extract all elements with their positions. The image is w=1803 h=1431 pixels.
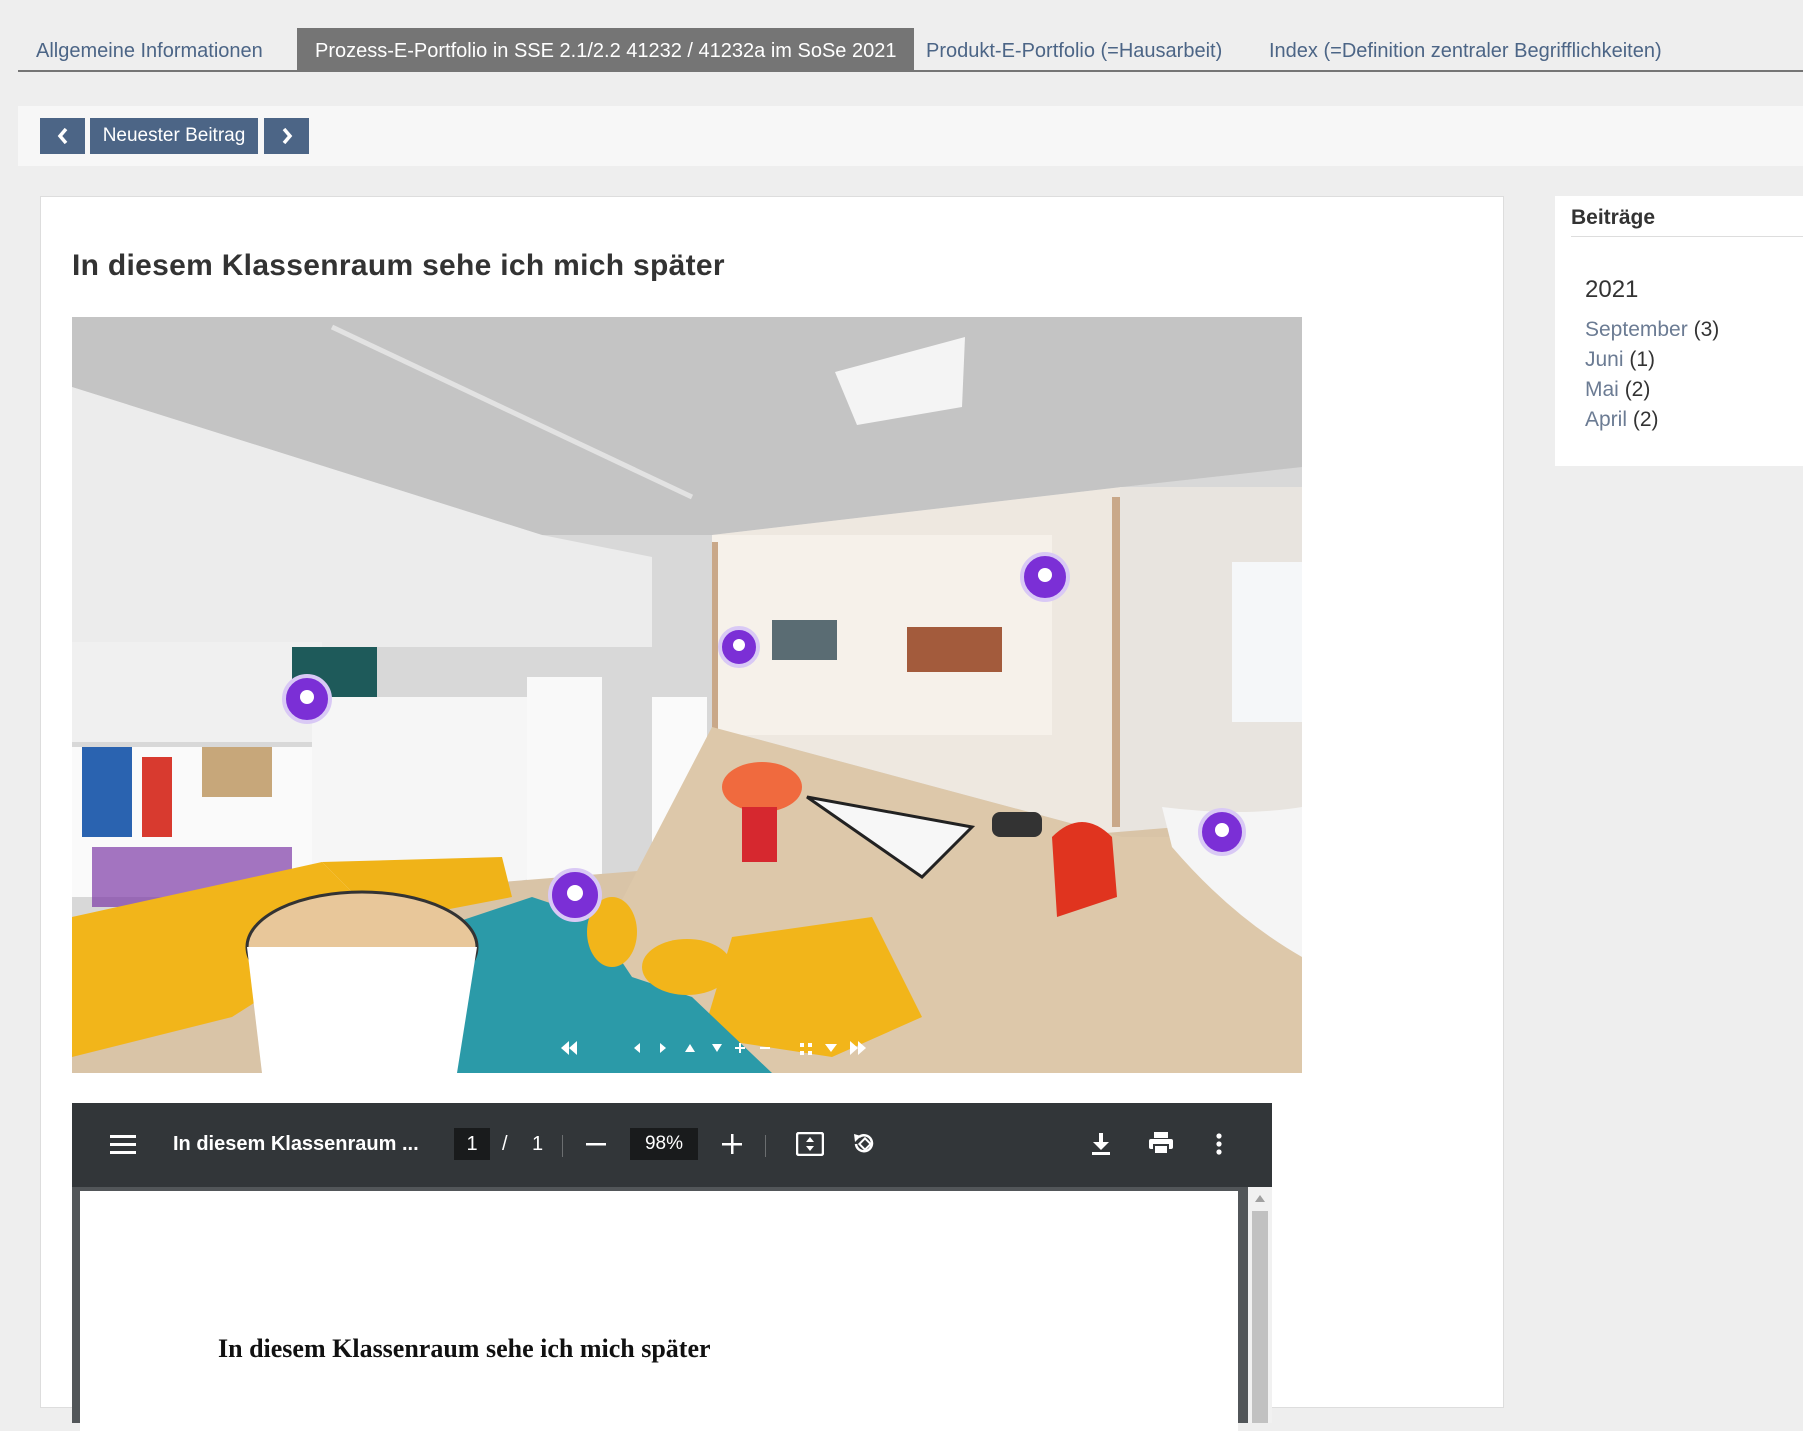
tab-index[interactable]: Index (=Definition zentraler Begrifflich… bbox=[1269, 28, 1662, 70]
tab-process-portfolio[interactable]: Prozess-E-Portfolio in SSE 2.1/2.2 41232… bbox=[297, 28, 915, 70]
divider bbox=[1571, 236, 1803, 237]
archive-month-count: (2) bbox=[1632, 408, 1659, 431]
tab-bar: Allgemeine Informationen Prozess-E-Portf… bbox=[18, 28, 1803, 72]
pdf-document-title: In diesem Klassenraum ... bbox=[173, 1133, 419, 1155]
classroom-panorama-image bbox=[72, 317, 1302, 1073]
scrollbar-thumb[interactable] bbox=[1252, 1211, 1268, 1423]
pdf-toolbar: In diesem Klassenraum ... 1 / 1 98% bbox=[72, 1103, 1272, 1187]
archive-month-september: September (3) bbox=[1585, 318, 1719, 342]
archive-month-link[interactable]: September bbox=[1585, 318, 1688, 341]
more-options-icon[interactable] bbox=[1216, 1132, 1222, 1156]
zoom-in-icon[interactable] bbox=[722, 1134, 742, 1154]
zoom-level-input[interactable]: 98% bbox=[630, 1128, 698, 1160]
hotspot-pin bbox=[1020, 552, 1070, 602]
hotspot-pin bbox=[1198, 808, 1246, 856]
hotspot-pin bbox=[548, 868, 602, 922]
toolbar-divider bbox=[562, 1135, 563, 1157]
archive-month-count: (3) bbox=[1693, 318, 1720, 341]
archive-month-mai: Mai (2) bbox=[1585, 378, 1650, 402]
tab-general-info[interactable]: Allgemeine Informationen bbox=[36, 28, 263, 70]
archive-year: 2021 bbox=[1585, 276, 1639, 303]
archive-month-april: April (2) bbox=[1585, 408, 1659, 432]
archive-month-juni: Juni (1) bbox=[1585, 348, 1655, 372]
zoom-out-icon[interactable] bbox=[586, 1143, 606, 1147]
next-post-button[interactable] bbox=[264, 118, 309, 154]
archive-month-link[interactable]: Juni bbox=[1585, 348, 1624, 371]
archive-month-link[interactable]: Mai bbox=[1585, 378, 1619, 401]
pdf-viewer: In diesem Klassenraum ... 1 / 1 98% In d… bbox=[72, 1103, 1272, 1431]
page-separator: / bbox=[502, 1133, 508, 1155]
page-number-input[interactable]: 1 bbox=[454, 1128, 490, 1160]
sidebar-heading: Beiträge bbox=[1571, 206, 1656, 229]
toolbar-divider bbox=[765, 1135, 766, 1157]
rotate-icon[interactable] bbox=[850, 1131, 878, 1157]
post-panel: In diesem Klassenraum sehe ich mich spät… bbox=[40, 196, 1504, 1431]
previous-post-button[interactable] bbox=[40, 118, 85, 154]
chevron-left-icon bbox=[57, 128, 67, 144]
archive-month-count: (2) bbox=[1624, 378, 1651, 401]
hotspot-pin bbox=[282, 674, 332, 724]
fit-page-icon[interactable] bbox=[796, 1132, 824, 1156]
download-icon[interactable] bbox=[1090, 1132, 1112, 1156]
print-icon[interactable] bbox=[1148, 1131, 1174, 1155]
pdf-page: In diesem Klassenraum sehe ich mich spät… bbox=[80, 1191, 1238, 1431]
newest-post-button[interactable]: Neuester Beitrag bbox=[90, 118, 258, 154]
tab-product-portfolio[interactable]: Produkt-E-Portfolio (=Hausarbeit) bbox=[926, 28, 1222, 70]
post-title: In diesem Klassenraum sehe ich mich spät… bbox=[72, 249, 725, 282]
chevron-right-icon bbox=[282, 128, 292, 144]
post-navigation: Neuester Beitrag bbox=[18, 106, 1803, 166]
posts-sidebar: Beiträge 2021 September (3) Juni (1) Mai… bbox=[1555, 196, 1803, 466]
menu-icon[interactable] bbox=[110, 1133, 136, 1155]
scroll-up-icon[interactable] bbox=[1255, 1195, 1265, 1202]
hotspot-pin bbox=[718, 626, 760, 668]
pdf-scrollbar[interactable] bbox=[1248, 1187, 1272, 1423]
archive-month-link[interactable]: April bbox=[1585, 408, 1627, 431]
archive-month-count: (1) bbox=[1629, 348, 1656, 371]
pdf-page-heading: In diesem Klassenraum sehe ich mich spät… bbox=[218, 1334, 711, 1363]
virtual-tour-viewer[interactable] bbox=[72, 317, 1302, 1073]
total-pages: 1 bbox=[532, 1133, 544, 1155]
